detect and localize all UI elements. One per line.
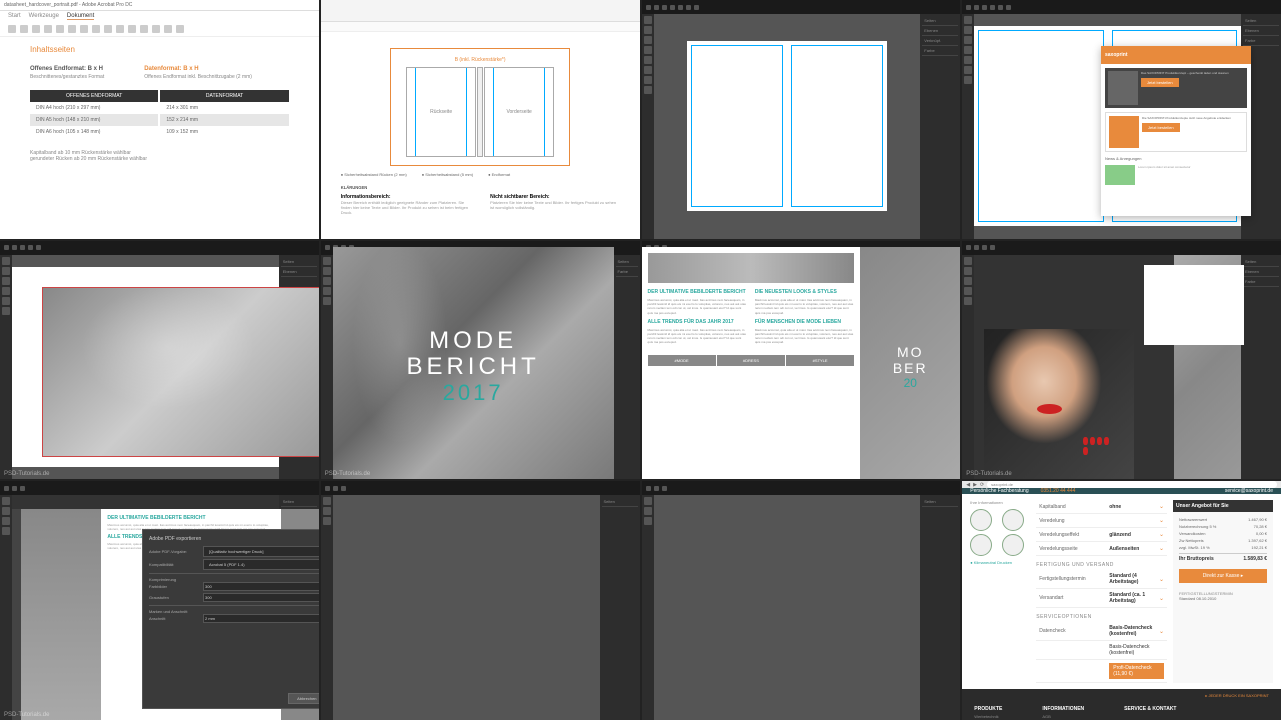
option-row[interactable]: VeredelungsseiteAußenseiten⌄ bbox=[1036, 542, 1167, 556]
panels[interactable]: SeitenEbenenVerknüpf.Farbe bbox=[920, 14, 960, 239]
option-row[interactable]: FertigstellungsterminStandard (4 Arbeits… bbox=[1036, 570, 1167, 589]
cancel-button[interactable]: Abbrechen bbox=[288, 693, 319, 704]
col1-header: Offenes Endformat: B x H bbox=[30, 66, 104, 72]
app-toolbar[interactable] bbox=[642, 0, 961, 14]
indesign-pdf-export: Seiten DER ULTIMATIVE BEBILDERTE BERICHT… bbox=[0, 481, 319, 720]
canvas[interactable]: DER ULTIMATIVE BEBILDERTE BERICHTMaximus… bbox=[12, 509, 319, 720]
indesign-web-mockup: SeitenEbenenFarbe saxoprint Das SAXOPRIN… bbox=[962, 0, 1281, 239]
placed-image[interactable] bbox=[42, 287, 319, 457]
spine bbox=[477, 67, 483, 157]
tag-bar: #MODE #DRESS #STYLE bbox=[648, 355, 855, 366]
canvas[interactable]: MODEBERICHT 2017 bbox=[333, 255, 614, 480]
tool-palette[interactable] bbox=[0, 255, 12, 480]
gray-input[interactable] bbox=[203, 593, 319, 602]
window-titlebar: datasheet_hardcover_portrait.pdf - Adobe… bbox=[0, 0, 319, 11]
tab-bar[interactable]: Start Werkzeuge Dokument bbox=[0, 11, 319, 22]
page-spread[interactable] bbox=[12, 267, 279, 467]
magazine-spread[interactable]: DER ULTIMATIVE BEBILDERTE BERICHT Maximu… bbox=[642, 247, 961, 479]
bleed-input[interactable] bbox=[203, 614, 319, 623]
cta-button[interactable]: Jetzt bestellen bbox=[1141, 78, 1179, 88]
browser-chrome[interactable]: ◀▶⟳saxoprint.de bbox=[962, 481, 1281, 488]
watermark: PSD-Tutorials.de bbox=[4, 471, 49, 477]
app-toolbar[interactable] bbox=[962, 0, 1281, 14]
document-content: Inhaltsseiten Offenes Endformat: B x HBe… bbox=[0, 37, 319, 170]
toolbar[interactable] bbox=[321, 22, 640, 32]
watermark: PSD-Tutorials.de bbox=[966, 471, 1011, 477]
tab-bar[interactable] bbox=[321, 0, 640, 22]
cart-summary: Unser Angebot für Sie Nettowarenwert1.46… bbox=[1173, 500, 1273, 683]
config-options: Kapitalbandohne⌄Veredelung⌄Veredelungsef… bbox=[1036, 500, 1167, 683]
url-bar[interactable]: saxoprint.de bbox=[987, 481, 1277, 488]
indesign-image-edit: SeitenEbenenFarbe PSD-Tutorials.de bbox=[962, 241, 1281, 480]
notes: Kapitalband ab 10 mm Rückenstärke wählba… bbox=[30, 150, 289, 162]
indesign-panel: Seiten bbox=[642, 481, 961, 720]
canvas[interactable]: DER ULTIMATIVE BEBILDERTE BERICHT Maximu… bbox=[642, 255, 961, 480]
white-frame[interactable] bbox=[1144, 265, 1244, 345]
page-spread[interactable]: saxoprint Das SAXOPRINT Produktkonzept –… bbox=[974, 26, 1241, 226]
pdf-export-dialog[interactable]: Adobe PDF exportieren Adobe PDF-Vorgabe:… bbox=[142, 529, 319, 709]
cover-frame: B (inkl. Rückenstärke*) Rückseite Vorder… bbox=[390, 48, 570, 166]
tool-palette[interactable] bbox=[0, 495, 12, 720]
web-mockup: saxoprint Das SAXOPRINT Produktkonzept –… bbox=[1101, 46, 1251, 216]
cert-badges: Ihre Informationen ● Klimaneutral Drucke… bbox=[970, 500, 1030, 683]
acrobat-panel-1: datasheet_hardcover_portrait.pdf - Adobe… bbox=[0, 0, 319, 239]
acrobat-panel-2: B (inkl. Rückenstärke*) Rückseite Vorder… bbox=[321, 0, 640, 239]
col2-header: Datenformat: B x H bbox=[144, 66, 252, 72]
compat-select[interactable]: Acrobat 5 (PDF 1.4) bbox=[203, 559, 319, 570]
panels[interactable]: SeitenFarbe bbox=[614, 255, 640, 480]
color-input[interactable] bbox=[203, 582, 319, 591]
logo: saxoprint bbox=[1105, 52, 1128, 58]
front-page: Vorderseite bbox=[484, 67, 554, 157]
tool-palette[interactable] bbox=[962, 255, 974, 480]
indesign-blank-spread: SeitenEbenenVerknüpf.Farbe bbox=[642, 0, 961, 239]
app-toolbar[interactable] bbox=[0, 241, 319, 255]
checkout-button[interactable]: Direkt zur Kasse ▸ bbox=[1179, 569, 1267, 583]
tool-palette[interactable] bbox=[642, 14, 654, 239]
option-row[interactable]: Kapitalbandohne⌄ bbox=[1036, 500, 1167, 514]
tab-document[interactable]: Dokument bbox=[67, 13, 94, 20]
tab-tools[interactable]: Werkzeuge bbox=[29, 13, 59, 20]
canvas[interactable] bbox=[974, 255, 1241, 480]
portrait-photo[interactable] bbox=[984, 329, 1134, 479]
indesign-panel: Seiten bbox=[321, 481, 640, 720]
image-strip bbox=[648, 253, 855, 283]
format-table: OFFENES ENDFORMAT DIN A4 hoch (210 x 297… bbox=[30, 90, 289, 138]
back-page: Rückseite bbox=[406, 67, 476, 157]
legend: ● Sicherheitsabstand Rücken (2 mm)● Sich… bbox=[341, 172, 620, 177]
dialog-title: Adobe PDF exportieren bbox=[149, 536, 319, 542]
indesign-cover-design: SeitenFarbe MODEBERICHT 2017 PSD-Tutoria… bbox=[321, 241, 640, 480]
app-toolbar[interactable] bbox=[962, 241, 1281, 255]
canvas[interactable] bbox=[654, 14, 921, 239]
watermark: PSD-Tutorials.de bbox=[4, 712, 49, 718]
tool-palette[interactable] bbox=[321, 255, 333, 480]
watermark: PSD-Tutorials.de bbox=[325, 471, 370, 477]
app-toolbar[interactable] bbox=[0, 481, 319, 495]
saxoprint-checkout: ◀▶⟳saxoprint.de Persönliche Fachberatung… bbox=[962, 481, 1281, 720]
option-row[interactable]: Veredelungseffektglänzend⌄ bbox=[1036, 528, 1167, 542]
canvas: B (inkl. Rückenstärke*) Rückseite Vorder… bbox=[321, 32, 640, 226]
tab-start[interactable]: Start bbox=[8, 13, 21, 20]
site-footer: ▸ JEDER DRUCK EIN SAXOPRINT bbox=[962, 689, 1281, 702]
watermark: PSD-Tutorials.de bbox=[646, 471, 691, 477]
option-row[interactable]: Veredelung⌄ bbox=[1036, 514, 1167, 528]
canvas[interactable]: saxoprint Das SAXOPRINT Produktkonzept –… bbox=[974, 14, 1241, 239]
toolbar[interactable] bbox=[0, 22, 319, 37]
page-title: Inhaltsseiten bbox=[30, 45, 289, 54]
canvas[interactable] bbox=[12, 255, 279, 480]
tool-palette[interactable] bbox=[962, 14, 974, 239]
cover-image[interactable]: MODEBERICHT 2017 bbox=[333, 247, 614, 479]
panels[interactable]: SeitenEbenenFarbe bbox=[1241, 255, 1281, 480]
option-row[interactable]: VersandartStandard (ca. 1 Arbeitstag)⌄ bbox=[1036, 589, 1167, 608]
page-spread[interactable] bbox=[687, 41, 887, 211]
preset-select[interactable]: [Qualitativ hochwertiger Druck] bbox=[203, 546, 319, 557]
indesign-magazine-spread: DER ULTIMATIVE BEBILDERTE BERICHT Maximu… bbox=[642, 241, 961, 480]
indesign-image-placement: SeitenEbenen PSD-Tutorials.de bbox=[0, 241, 319, 480]
